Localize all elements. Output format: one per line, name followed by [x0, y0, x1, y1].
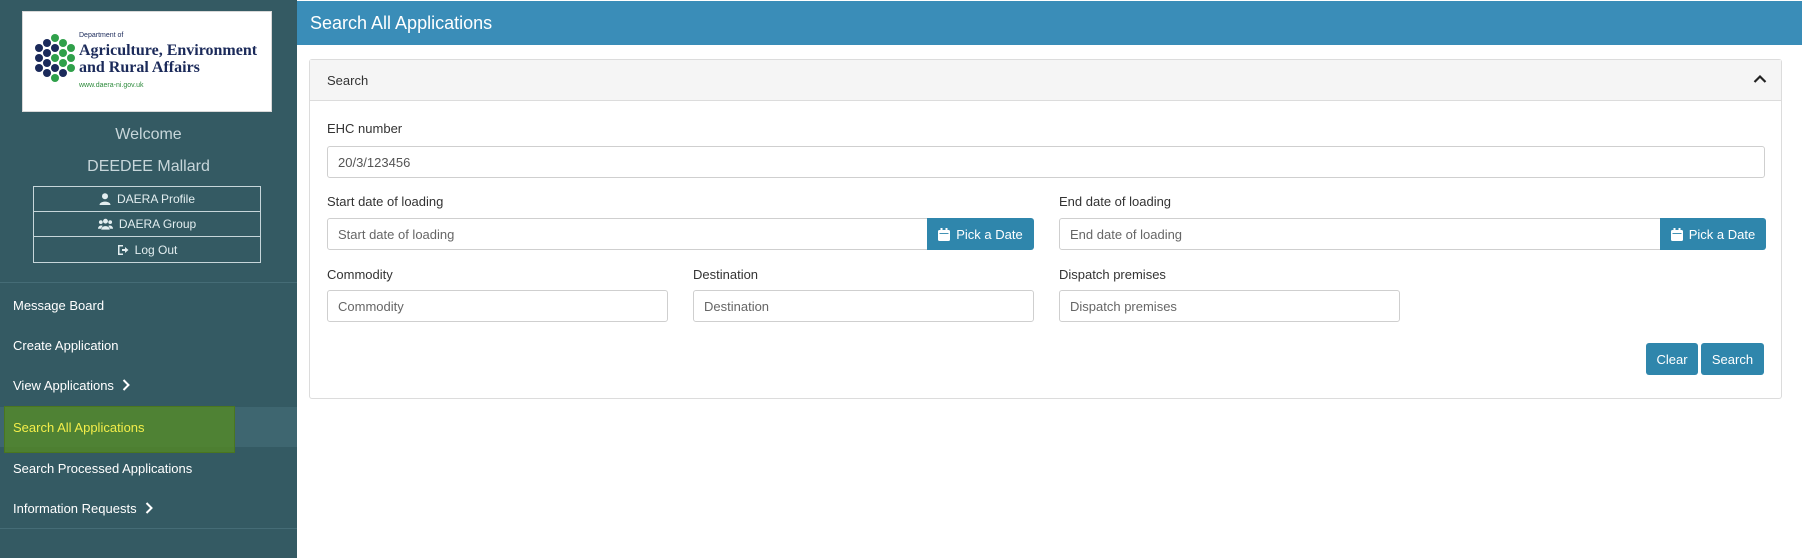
commodity-input[interactable]: Commodity — [327, 290, 668, 322]
sidebar: Department of Agriculture, Environment a… — [0, 0, 297, 558]
page-header: Search All Applications — [297, 1, 1802, 45]
calendar-icon — [1670, 227, 1683, 241]
chevron-right-icon — [145, 502, 153, 514]
start-date-placeholder: Start date of loading — [338, 226, 455, 242]
ehc-number-label: EHC number — [327, 121, 403, 136]
dispatch-premises-label: Dispatch premises — [1059, 267, 1166, 282]
chevron-right-icon — [122, 379, 130, 391]
nav-message-board-label: Message Board — [13, 297, 105, 313]
start-date-input[interactable]: Start date of loading — [327, 218, 928, 250]
nav-create-application[interactable]: Create Application — [0, 325, 297, 365]
destination-placeholder: Destination — [704, 298, 770, 314]
end-date-label: End date of loading — [1059, 194, 1172, 209]
commodity-placeholder: Commodity — [338, 298, 404, 314]
logo-department-of: Department of — [79, 32, 124, 39]
daera-profile-link[interactable]: DAERA Profile — [34, 187, 260, 212]
end-date-input[interactable]: End date of loading — [1059, 218, 1661, 250]
ehc-number-input[interactable]: 20/3/123456 — [327, 146, 1765, 178]
users-icon — [97, 218, 113, 230]
destination-input[interactable]: Destination — [693, 290, 1034, 322]
search-panel-title: Search — [327, 72, 369, 88]
start-date-label: Start date of loading — [327, 194, 444, 209]
logo-title: Agriculture, Environment and Rural Affai… — [79, 42, 257, 76]
daera-group-link[interactable]: DAERA Group — [34, 212, 260, 237]
nav-view-applications[interactable]: View Applications — [0, 365, 297, 405]
start-date-picker-button[interactable]: Pick a Date — [927, 218, 1034, 250]
ehc-number-value: 20/3/123456 — [338, 154, 411, 170]
hexagon-logo-icon — [35, 34, 75, 82]
destination-label: Destination — [693, 267, 759, 282]
nav-search-processed-applications[interactable]: Search Processed Applications — [0, 448, 297, 488]
end-date-placeholder: End date of loading — [1070, 226, 1183, 242]
nav-information-requests-label: Information Requests — [13, 500, 137, 516]
log-out-label: Log Out — [134, 242, 178, 257]
chevron-up-icon[interactable] — [1753, 74, 1767, 84]
page-title: Search All Applications — [310, 12, 493, 33]
calendar-icon — [938, 227, 951, 241]
nav-search-processed-applications-label: Search Processed Applications — [13, 460, 193, 476]
nav-create-application-label: Create Application — [13, 337, 119, 353]
user-icon — [99, 193, 111, 205]
clear-button[interactable]: Clear — [1646, 343, 1698, 375]
commodity-label: Commodity — [327, 267, 393, 282]
logo-url: www.daera-ni.gov.uk — [79, 82, 144, 89]
logo-title-line2: and Rural Affairs — [79, 59, 200, 76]
daera-profile-label: DAERA Profile — [116, 192, 196, 206]
logo-title-line1: Agriculture, Environment — [79, 42, 258, 59]
sign-out-icon — [117, 244, 129, 255]
welcome-text: Welcome — [115, 126, 182, 143]
log-out-link[interactable]: Log Out — [34, 237, 260, 262]
nav-divider-bottom — [0, 528, 297, 529]
nav-divider-top — [0, 282, 297, 283]
user-name: DEEDEE Mallard — [87, 158, 210, 175]
search-button[interactable]: Search — [1701, 343, 1764, 375]
nav-message-board[interactable]: Message Board — [0, 285, 297, 325]
end-date-picker-label: Pick a Date — [1688, 226, 1756, 242]
profile-menu: DAERA Profile DAERA Group Log Out — [33, 186, 261, 263]
nav-information-requests[interactable]: Information Requests — [0, 488, 297, 528]
start-date-picker-label: Pick a Date — [956, 226, 1023, 242]
search-panel-header[interactable]: Search — [310, 60, 1781, 101]
daera-logo: Department of Agriculture, Environment a… — [22, 11, 272, 112]
daera-group-label: DAERA Group — [118, 217, 197, 231]
dispatch-premises-placeholder: Dispatch premises — [1070, 298, 1177, 314]
dispatch-premises-input[interactable]: Dispatch premises — [1059, 290, 1400, 322]
nav-search-all-applications-label: Search All Applications — [13, 419, 145, 435]
end-date-picker-button[interactable]: Pick a Date — [1660, 218, 1766, 250]
nav-view-applications-label: View Applications — [13, 377, 114, 393]
